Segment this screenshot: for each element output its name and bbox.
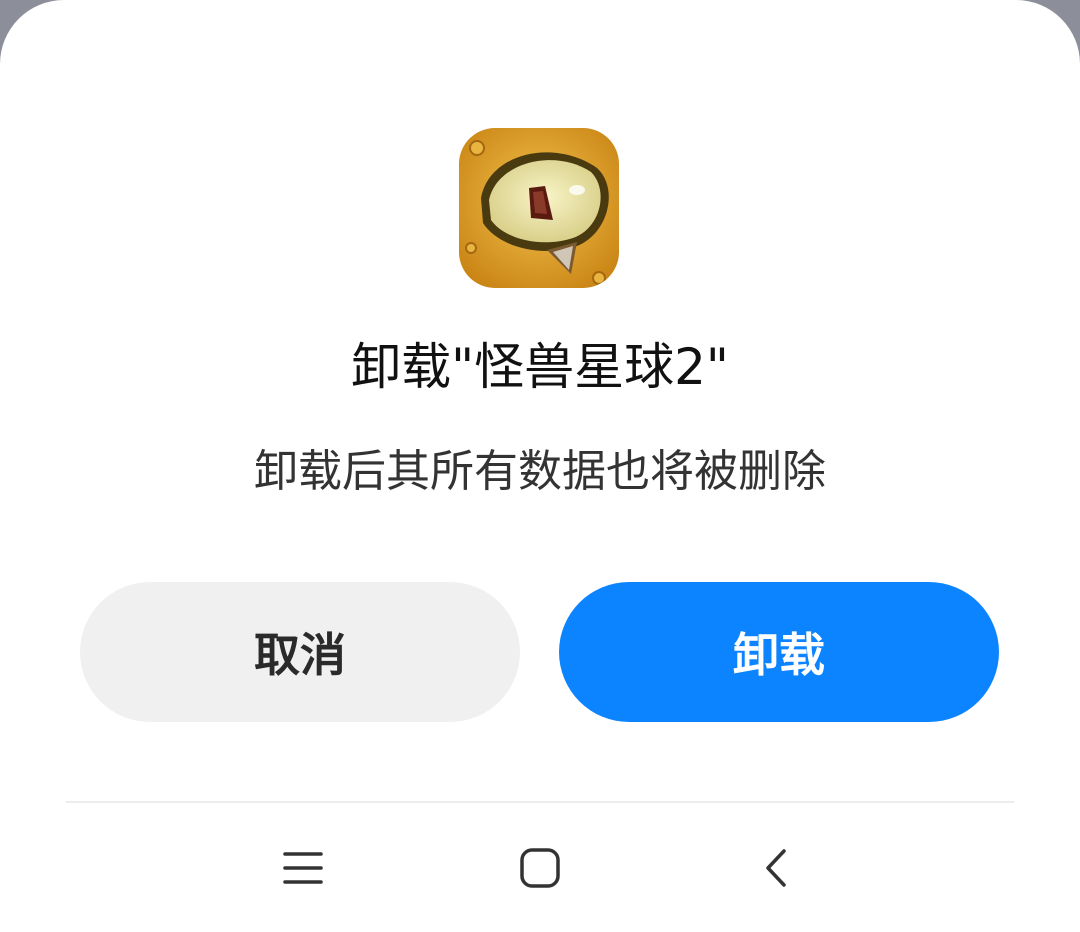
nav-home-button[interactable] bbox=[504, 834, 576, 902]
dialog-title: 卸载"怪兽星球2" bbox=[351, 338, 729, 396]
back-icon bbox=[766, 849, 786, 887]
uninstall-button[interactable]: 卸载 bbox=[559, 582, 999, 722]
home-icon bbox=[520, 848, 560, 888]
monster-eye-icon bbox=[459, 128, 619, 288]
nav-back-button[interactable] bbox=[741, 834, 813, 902]
cancel-button[interactable]: 取消 bbox=[80, 582, 520, 722]
menu-icon bbox=[283, 852, 323, 884]
navbar-divider bbox=[66, 801, 1014, 803]
nav-menu-button[interactable] bbox=[267, 834, 339, 902]
dialog-message: 卸载后其所有数据也将被删除 bbox=[254, 446, 826, 497]
app-icon bbox=[459, 128, 619, 288]
uninstall-dialog: 卸载"怪兽星球2" 卸载后其所有数据也将被删除 取消 卸载 bbox=[0, 0, 1080, 932]
